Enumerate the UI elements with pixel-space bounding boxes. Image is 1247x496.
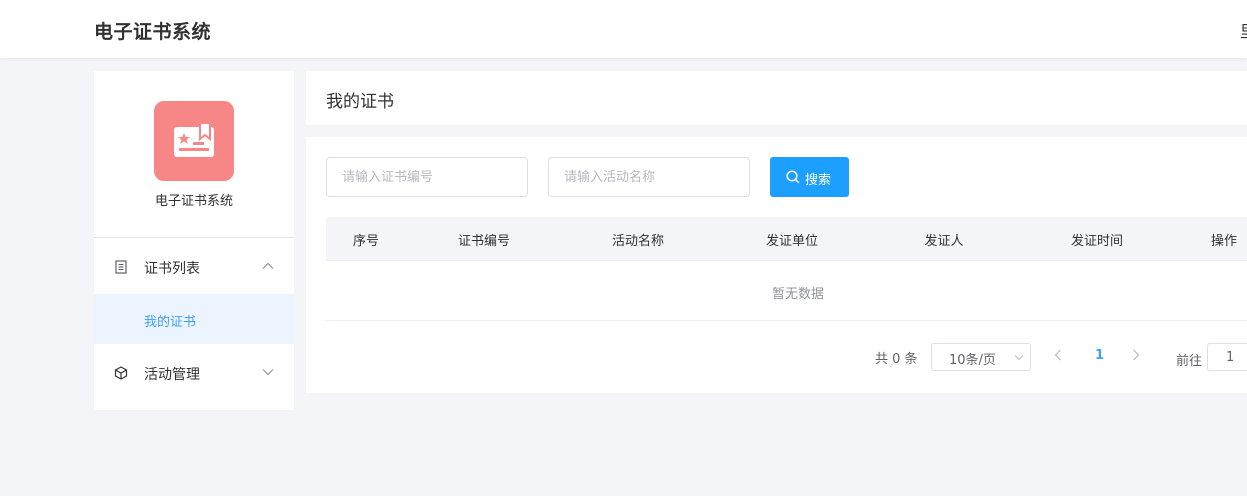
- column-header-issuer[interactable]: 发证人: [924, 230, 963, 249]
- page-size-value: 10条/页: [949, 353, 996, 368]
- menu-cert-list[interactable]: 证书列表: [94, 242, 294, 292]
- certificate-icon: [174, 123, 214, 157]
- column-header-actions[interactable]: 操作: [1211, 230, 1237, 249]
- empty-text: 暂无数据: [772, 287, 825, 302]
- search-button-label: 搜索: [805, 173, 832, 188]
- submenu-my-certificates-label: 我的证书: [144, 315, 197, 330]
- content-panel: 搜索 序号 证书编号 活动名称 发证单位 发证人 发证时间 操作 暂无数据 共 …: [306, 137, 1247, 393]
- page-title: 我的证书: [326, 92, 394, 112]
- chevron-up-icon: [262, 262, 274, 269]
- menu-activity-management[interactable]: 活动管理: [94, 348, 294, 398]
- search-icon: [786, 170, 800, 184]
- goto-label: 前往: [1176, 354, 1203, 369]
- chevron-down-icon: [262, 369, 274, 376]
- chevron-right-icon[interactable]: [1132, 349, 1140, 361]
- cert-number-search-input[interactable]: [326, 157, 528, 197]
- submenu-my-certificates[interactable]: 我的证书: [94, 294, 294, 344]
- table-header: 序号 证书编号 活动名称 发证单位 发证人 发证时间 操作: [326, 217, 1247, 261]
- search-button[interactable]: 搜索: [770, 157, 849, 197]
- column-header-index[interactable]: 序号: [353, 230, 379, 249]
- page-header: 我的证书: [306, 71, 1247, 125]
- goto-page-input[interactable]: [1207, 343, 1247, 371]
- page-size-select[interactable]: 10条/页: [931, 343, 1031, 371]
- menu-activity-management-label: 活动管理: [144, 367, 200, 383]
- activity-name-search-input[interactable]: [548, 157, 750, 197]
- sidebar: 电子证书系统 证书列表 我的证书 活动管理: [94, 71, 294, 410]
- page-number-current[interactable]: 1: [1095, 348, 1104, 363]
- column-header-issue-time[interactable]: 发证时间: [1071, 230, 1123, 249]
- column-header-issuing-unit[interactable]: 发证单位: [766, 230, 818, 249]
- table-empty-row: 暂无数据: [326, 261, 1247, 321]
- column-header-cert-number[interactable]: 证书编号: [458, 230, 510, 249]
- app-logo: [154, 101, 234, 181]
- cube-icon: [114, 366, 128, 380]
- chevron-left-icon[interactable]: [1054, 349, 1062, 361]
- system-name: 电子证书系统: [154, 194, 233, 209]
- pagination-total: 共 0 条: [875, 352, 918, 367]
- user-menu[interactable]: 里: [1240, 18, 1247, 42]
- sidebar-divider: [94, 237, 294, 238]
- column-header-activity-name[interactable]: 活动名称: [612, 230, 664, 249]
- chevron-down-icon: [1014, 355, 1024, 361]
- menu-cert-list-label: 证书列表: [144, 261, 200, 277]
- document-icon: [115, 260, 127, 274]
- top-header: 电子证书系统 里: [0, 0, 1247, 58]
- app-title: 电子证书系统: [94, 21, 212, 43]
